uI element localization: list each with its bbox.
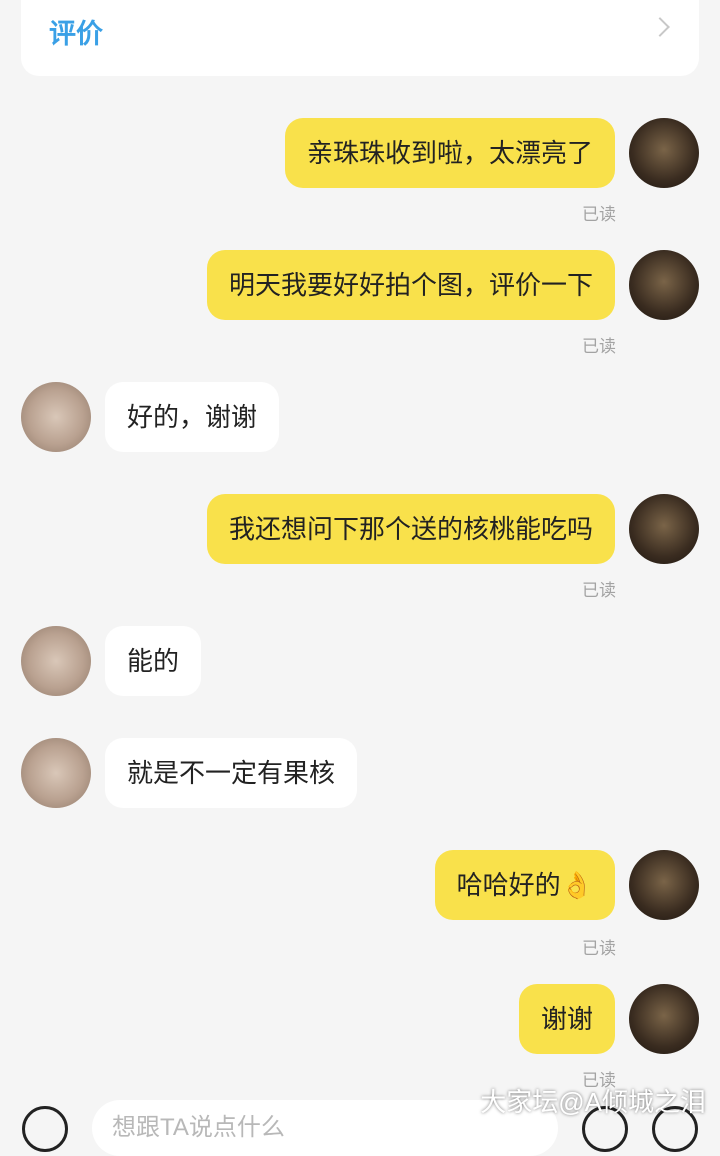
message-bubble-received: 能的 <box>105 626 202 696</box>
read-status: 已读 <box>582 581 616 600</box>
avatar-me[interactable] <box>629 494 699 564</box>
read-status: 已读 <box>582 939 616 958</box>
avatar-seller[interactable] <box>21 626 91 696</box>
review-label: 评价 <box>49 19 103 49</box>
avatar-me[interactable] <box>629 250 699 320</box>
avatar-me[interactable] <box>629 118 699 188</box>
message-bubble-sent: 明天我要好好拍个图，评价一下 <box>206 250 615 320</box>
message-bubble-sent: 亲珠珠收到啦，太漂亮了 <box>284 118 615 188</box>
avatar-seller[interactable] <box>21 738 91 808</box>
read-status: 已读 <box>582 205 616 224</box>
watermark: 大家坛@A倾城之泪 <box>480 1087 706 1117</box>
message-bubble-sent: 哈哈好的👌 <box>434 850 615 920</box>
review-card[interactable]: 评价 <box>21 0 699 76</box>
voice-icon[interactable] <box>22 1106 68 1152</box>
message-bubble-received: 好的，谢谢 <box>105 382 280 452</box>
avatar-seller[interactable] <box>21 382 91 452</box>
read-status: 已读 <box>582 337 616 356</box>
message-bubble-received: 就是不一定有果核 <box>105 738 358 808</box>
avatar-me[interactable] <box>629 850 699 920</box>
avatar-me[interactable] <box>629 984 699 1054</box>
chevron-right-icon <box>650 17 670 37</box>
message-bubble-sent: 谢谢 <box>518 984 615 1054</box>
message-bubble-sent: 我还想问下那个送的核桃能吃吗 <box>206 494 615 564</box>
